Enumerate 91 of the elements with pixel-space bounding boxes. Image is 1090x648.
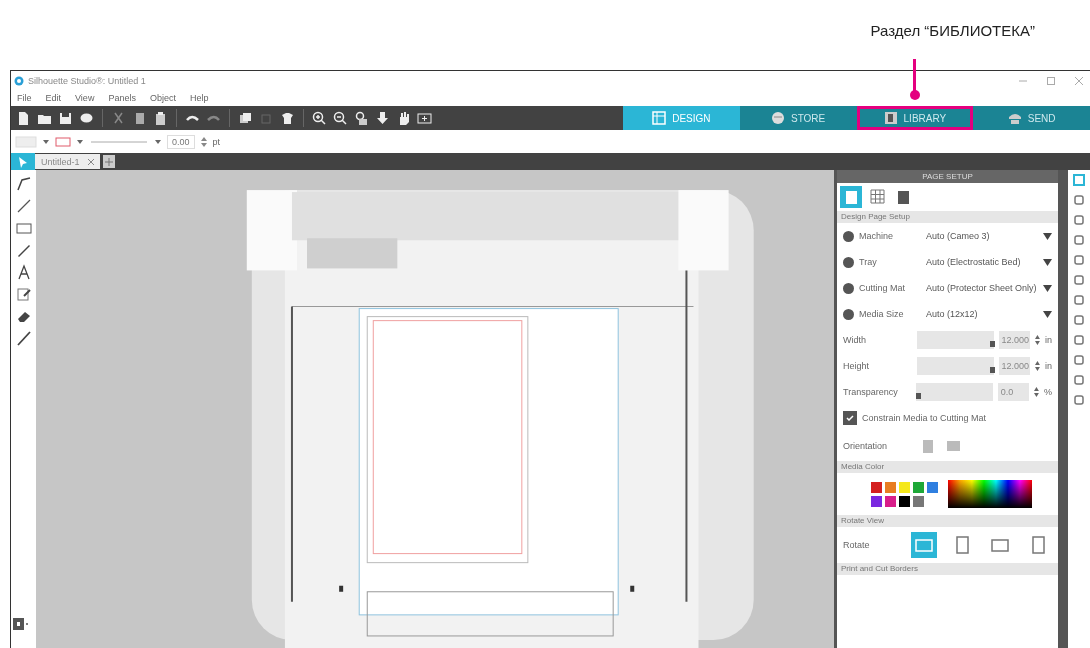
menu-item[interactable]: Object bbox=[149, 93, 176, 103]
rotated-page-icon bbox=[955, 536, 969, 554]
color-swatch[interactable] bbox=[927, 481, 938, 493]
caret-icon[interactable] bbox=[1043, 258, 1052, 266]
caret-icon[interactable] bbox=[43, 138, 49, 145]
image-trace-icon[interactable] bbox=[15, 286, 32, 302]
line-color-icon[interactable] bbox=[55, 135, 71, 148]
color-swatch[interactable] bbox=[899, 481, 910, 493]
library-drawer-icon[interactable] bbox=[13, 618, 29, 630]
color-swatch[interactable] bbox=[871, 481, 882, 493]
unit-label: in bbox=[1045, 335, 1052, 345]
node-edit-icon[interactable] bbox=[15, 176, 32, 192]
menu-item[interactable]: Panels bbox=[108, 93, 136, 103]
unit-label: pt bbox=[212, 136, 221, 147]
panel-title: PAGE SETUP bbox=[837, 170, 1058, 183]
field-label: Transparency bbox=[843, 387, 899, 397]
arrow-down-icon[interactable] bbox=[374, 109, 391, 127]
caret-icon[interactable] bbox=[1043, 232, 1052, 240]
color-swatch[interactable] bbox=[885, 495, 896, 507]
field-label: Machine bbox=[859, 231, 895, 241]
grid-icon bbox=[652, 111, 667, 125]
checkbox[interactable] bbox=[843, 411, 857, 425]
slider-track[interactable] bbox=[916, 383, 993, 401]
mode-tab[interactable]: STORE bbox=[739, 106, 857, 130]
field-label: Height bbox=[843, 361, 870, 371]
spinner-icon[interactable] bbox=[1035, 334, 1040, 346]
checkbox-label: Constrain Media to Cutting Mat bbox=[862, 413, 987, 423]
dropdown[interactable]: Auto (Electrostatic Bed) bbox=[926, 257, 1038, 267]
rotated-page-icon bbox=[991, 538, 1009, 552]
menu-item[interactable]: Edit bbox=[45, 93, 62, 103]
field-label: Tray bbox=[859, 257, 878, 267]
line-width-field[interactable]: 0.00 bbox=[167, 134, 195, 149]
color-swatch[interactable] bbox=[899, 495, 910, 507]
rotated-page-icon bbox=[915, 538, 933, 552]
slider-track[interactable] bbox=[916, 331, 994, 349]
caret-icon[interactable] bbox=[77, 138, 83, 145]
zoom-select-icon[interactable] bbox=[353, 109, 370, 127]
zoom-in-icon[interactable] bbox=[311, 109, 328, 127]
spinner-icon[interactable] bbox=[1035, 360, 1040, 372]
field-label: Orientation bbox=[843, 441, 889, 451]
color-swatch[interactable] bbox=[885, 481, 896, 493]
page-icon bbox=[895, 189, 911, 205]
page-setup-icon[interactable] bbox=[1073, 174, 1085, 186]
field-label: Media Size bbox=[859, 309, 905, 319]
menu-item[interactable]: Help bbox=[189, 93, 209, 103]
knife-icon[interactable] bbox=[15, 330, 32, 346]
spinner-icon[interactable] bbox=[200, 135, 207, 148]
telephone-icon bbox=[1007, 111, 1022, 125]
color-swatch[interactable] bbox=[913, 495, 924, 507]
leader-dot bbox=[909, 90, 920, 100]
checkmark-icon bbox=[846, 415, 854, 421]
field-label: Cutting Mat bbox=[859, 283, 907, 293]
caret-icon[interactable] bbox=[1043, 284, 1052, 292]
color-swatch[interactable] bbox=[913, 481, 924, 493]
field-label: Rotate bbox=[843, 540, 871, 550]
close-icon[interactable] bbox=[87, 158, 94, 165]
document-tab[interactable]: Untitled-1 bbox=[35, 154, 100, 169]
window-title: Silhouette Studio®: Untitled 1 bbox=[28, 75, 146, 86]
slider-thumb[interactable] bbox=[989, 341, 995, 347]
slider-thumb[interactable] bbox=[916, 393, 922, 399]
slider-thumb[interactable] bbox=[989, 367, 995, 373]
menu-item[interactable]: File bbox=[17, 93, 32, 103]
zoom-out-icon[interactable] bbox=[332, 109, 349, 127]
app-logo-icon bbox=[14, 75, 24, 86]
page-icon bbox=[843, 189, 859, 205]
caret-icon[interactable] bbox=[1043, 310, 1052, 318]
section-header: Media Color bbox=[837, 461, 1058, 473]
book-icon bbox=[883, 111, 898, 125]
select-pointer-icon[interactable] bbox=[18, 155, 28, 168]
spinner-icon[interactable] bbox=[1034, 386, 1039, 398]
line-tool-icon[interactable] bbox=[15, 198, 32, 214]
annotation-label: Раздел “БИБЛИОТЕКА” bbox=[870, 22, 1035, 39]
section-header: Print and Cut Borders bbox=[837, 563, 1058, 575]
unit-label: % bbox=[1044, 387, 1052, 397]
slider-track[interactable] bbox=[916, 357, 994, 375]
menu-item[interactable]: View bbox=[75, 93, 95, 103]
dropdown[interactable]: Auto (12x12) bbox=[926, 309, 1038, 319]
mode-tab[interactable]: SEND bbox=[973, 106, 1090, 130]
globe-icon bbox=[771, 111, 785, 125]
rotated-page-icon bbox=[1031, 536, 1045, 554]
grid-icon bbox=[869, 189, 885, 205]
dropdown[interactable]: Auto (Protector Sheet Only) bbox=[926, 283, 1038, 293]
section-header: Design Page Setup bbox=[837, 211, 1058, 223]
caret-icon[interactable] bbox=[155, 138, 161, 145]
unit-label: in bbox=[1045, 361, 1052, 371]
color-swatch[interactable] bbox=[871, 495, 882, 507]
color-spectrum[interactable] bbox=[948, 480, 1032, 508]
text-tool-icon[interactable] bbox=[15, 264, 32, 280]
dropdown[interactable]: Auto (Cameo 3) bbox=[926, 231, 1038, 241]
section-header: Rotate View bbox=[837, 515, 1058, 527]
field-label: Width bbox=[843, 335, 867, 345]
